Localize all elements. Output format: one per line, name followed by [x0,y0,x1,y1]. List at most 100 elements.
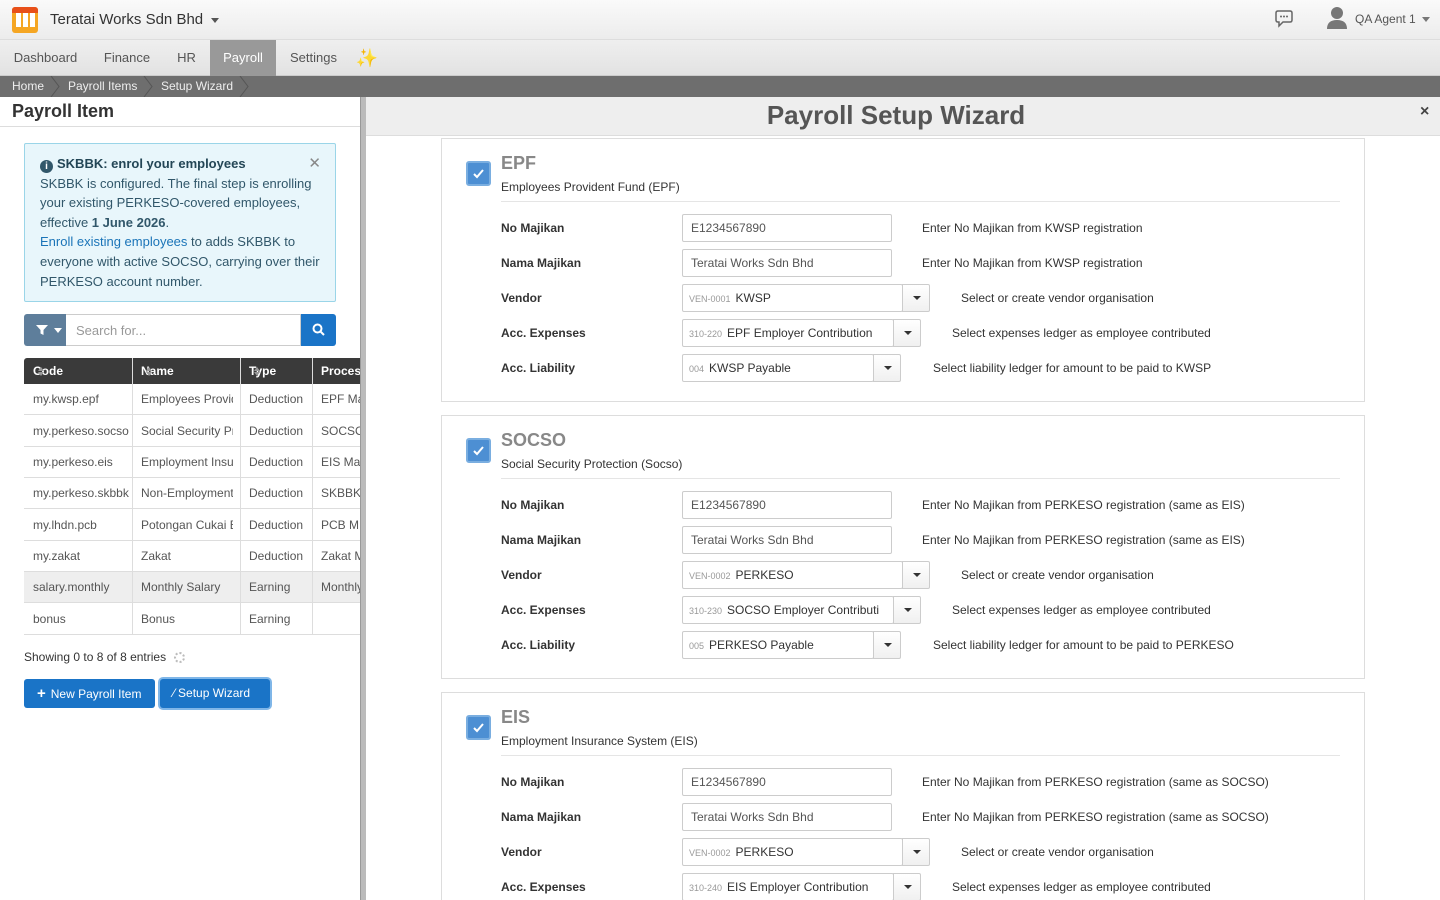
nama-majikan-input[interactable]: Teratai Works Sdn Bhd [682,803,892,831]
company-logo[interactable] [12,7,38,33]
user-avatar-icon[interactable] [1326,6,1348,30]
cell-process: Zakat M [321,549,360,563]
field-label: Nama Majikan [501,810,582,824]
nama-majikan-input[interactable]: Teratai Works Sdn Bhd [682,249,892,277]
payroll-items-table: Code Name Type Process my.kwsp.epf Employ… [24,358,360,635]
cell-type: Deduction [249,424,304,438]
ledger-code: 310-230 [689,606,723,616]
sparkle-icon[interactable]: ✨ [351,40,383,76]
field-label: Acc. Expenses [501,603,586,617]
breadcrumb-setup-wizard[interactable]: Setup Wizard [161,76,233,97]
modal-header: Payroll Setup Wizard × [366,97,1440,136]
field-help: Select expenses ledger as employee contr… [952,880,1211,894]
button-label: Setup Wizard [178,686,251,700]
setup-wizard-button[interactable]: ⁄ Setup Wizard [160,679,270,708]
expenses-select[interactable]: 310-230 SOCSO Employer Contribution [682,596,894,624]
chat-icon[interactable] [1274,10,1294,28]
field-help: Select liability ledger for amount to be… [933,361,1212,375]
tab-finance[interactable]: Finance [91,40,163,76]
table-row[interactable]: my.kwsp.epf Employees Provident Fund Deduc… [24,384,360,415]
section-eis: EIS Employment Insurance System (EIS) No M… [441,692,1365,900]
company-switcher[interactable]: Teratai Works Sdn Bhd [50,11,220,28]
field-help: Select expenses ledger as employee contr… [952,603,1211,617]
user-menu[interactable]: QA Agent 1 [1355,12,1430,26]
table-row[interactable]: my.zakat Zakat Deduction Zakat M [24,541,360,572]
expenses-select[interactable]: 310-220 EPF Employer Contribution [682,319,894,347]
cell-code: my.zakat [33,549,81,563]
select-value: PERKESO [735,568,794,582]
cell-process: EPF Ma [321,392,360,406]
dropdown-toggle[interactable] [902,838,930,866]
dropdown-toggle[interactable] [902,561,930,589]
filter-button[interactable] [24,314,66,346]
vendor-select[interactable]: VEN-0002 PERKESO [682,561,903,589]
table-row[interactable]: my.perkeso.skbbk Non-Employment Injury Ded… [24,478,360,509]
close-icon[interactable]: ✕ [308,154,321,174]
dropdown-toggle[interactable] [902,284,930,312]
table-row[interactable]: my.perkeso.socso Social Security Protecti… [24,416,360,447]
dropdown-toggle[interactable] [893,873,921,900]
cell-type: Deduction [249,392,304,406]
liability-select[interactable]: 005 PERKESO Payable [682,631,874,659]
cell-code: my.kwsp.epf [33,392,99,406]
loading-gear-icon [174,652,185,663]
cell-process: PCB M [321,518,360,532]
enroll-existing-employees-link[interactable]: Enroll existing employees [40,234,187,249]
breadcrumb: Home Payroll Items Setup Wizard [0,76,1440,97]
vendor-select[interactable]: VEN-0002 PERKESO [682,838,903,866]
table-row[interactable]: my.lhdn.pcb Potongan Cukai Bulanan Deducti… [24,510,360,541]
table-row[interactable]: my.perkeso.eis Employment Insurance Deduct… [24,447,360,478]
field-label: Nama Majikan [501,533,582,547]
section-epf: EPF Employees Provident Fund (EPF) No Maji… [441,138,1365,402]
enable-checkbox[interactable] [466,161,491,186]
dropdown-toggle[interactable] [893,319,921,347]
liability-select[interactable]: 004 KWSP Payable [682,354,874,382]
dropdown-toggle[interactable] [873,631,901,659]
new-payroll-item-button[interactable]: + New Payroll Item [24,679,155,708]
column-code[interactable]: Code [33,358,63,384]
column-name[interactable]: Name [141,358,174,384]
expenses-select[interactable]: 310-240 EIS Employer Contribution [682,873,894,900]
filter-icon [36,325,48,335]
tab-settings[interactable]: Settings [276,40,351,76]
breadcrumb-home[interactable]: Home [12,76,44,97]
cell-name: Bonus [141,612,176,626]
divider [501,755,1340,756]
tab-payroll[interactable]: Payroll [210,40,276,76]
table-row[interactable]: salary.monthly Monthly Salary Earning Month… [24,572,360,603]
cell-process: EIS Ma [321,455,360,469]
field-help: Select or create vendor organisation [961,568,1154,582]
dropdown-toggle[interactable] [873,354,901,382]
enable-checkbox[interactable] [466,715,491,740]
close-icon[interactable]: × [1420,103,1429,121]
tab-dashboard[interactable]: Dashboard [0,40,91,76]
nama-majikan-input[interactable]: Teratai Works Sdn Bhd [682,526,892,554]
breadcrumb-payroll-items[interactable]: Payroll Items [68,76,137,97]
select-value: PERKESO [735,845,794,859]
field-label: No Majikan [501,221,565,235]
field-help: Select or create vendor organisation [961,845,1154,859]
cell-name: Social Security Protection [141,424,233,438]
cell-name: Employees Provident Fund [141,392,233,406]
cell-name: Monthly Salary [141,580,221,594]
enable-checkbox[interactable] [466,438,491,463]
field-help: Enter No Majikan from PERKESO registrati… [922,498,1245,512]
modal-title: Payroll Setup Wizard [766,100,1026,130]
no-majikan-input[interactable]: E1234567890 [682,491,892,519]
column-type[interactable]: Type [249,358,276,384]
field-label: Acc. Liability [501,638,576,652]
search-button[interactable] [301,314,336,346]
vendor-select[interactable]: VEN-0001 KWSP [682,284,903,312]
tab-hr[interactable]: HR [163,40,210,76]
cell-name: Potongan Cukai Bulanan [141,518,233,532]
cell-name: Zakat [141,549,172,563]
no-majikan-input[interactable]: E1234567890 [682,214,892,242]
column-label: Process [321,364,360,378]
field-help: Enter No Majikan from PERKESO registrati… [922,775,1269,789]
search-input[interactable]: Search for... [66,314,301,346]
table-row[interactable]: bonus Bonus Earning [24,604,360,635]
sort-icon [146,367,152,376]
dropdown-toggle[interactable] [893,596,921,624]
no-majikan-input[interactable]: E1234567890 [682,768,892,796]
chevron-down-icon [54,328,62,333]
